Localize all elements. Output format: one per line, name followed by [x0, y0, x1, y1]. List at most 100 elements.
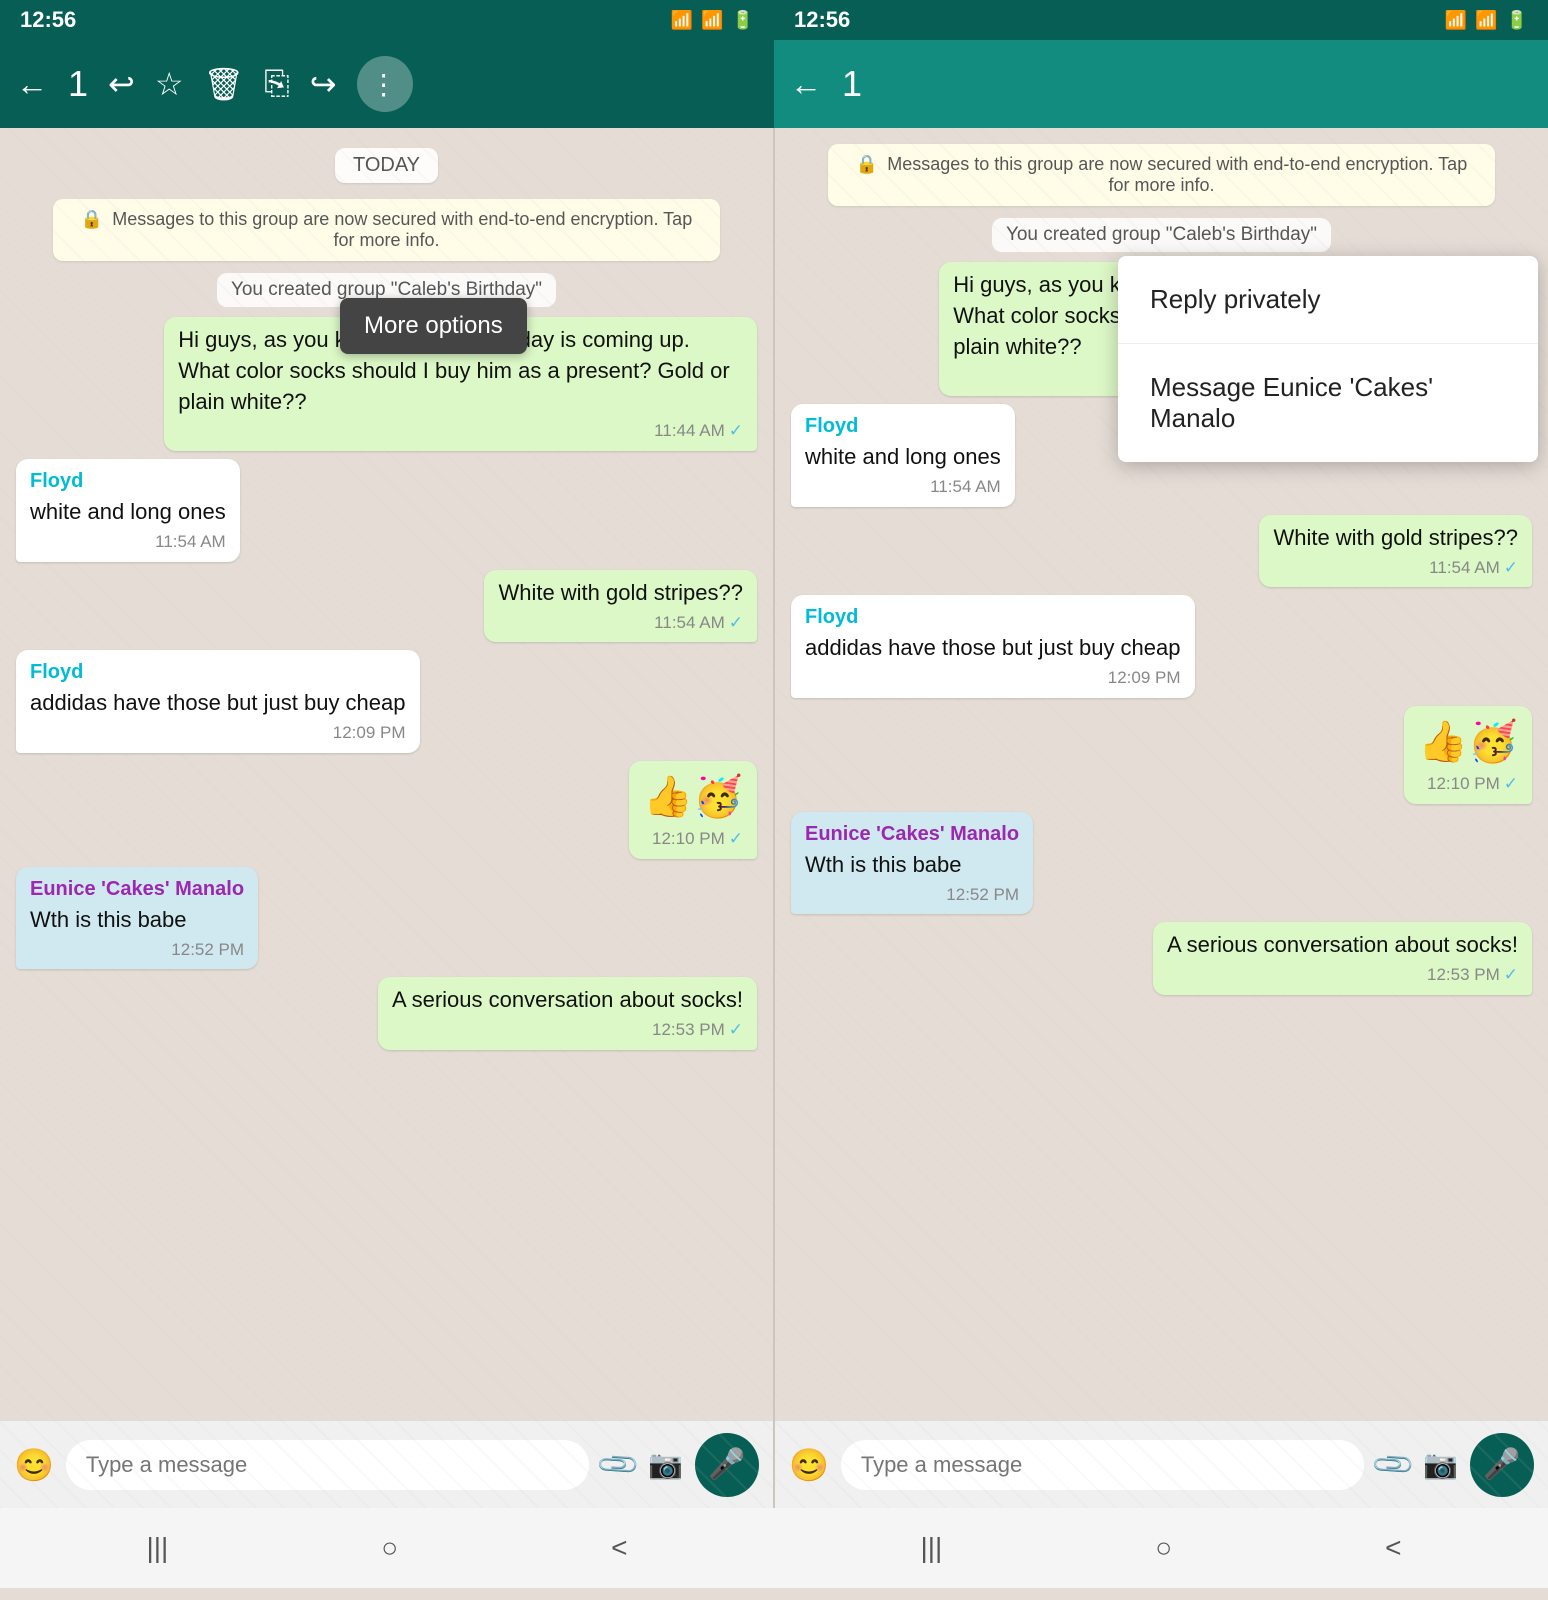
bubble-received: Floyd addidas have those but just buy ch…	[16, 650, 420, 753]
msg-time: 12:09 PM	[333, 721, 406, 745]
star-icon[interactable]: ☆	[155, 65, 184, 103]
encryption-notice-r[interactable]: 🔒 Messages to this group are now secured…	[828, 144, 1495, 206]
msg-text: addidas have those but just buy cheap	[30, 688, 406, 719]
sender-name: Floyd	[805, 603, 1181, 631]
battery-icon-r: 🔋	[1506, 10, 1528, 31]
msg-time: 11:54 AM	[1429, 556, 1500, 580]
msg-time: 12:09 PM	[1108, 666, 1181, 690]
bubble-received-highlight: Eunice 'Cakes' Manalo Wth is this babe 1…	[16, 867, 258, 970]
msg-text: Wth is this babe	[30, 905, 244, 936]
right-status-bar: 12:56 📶 📶 🔋	[774, 0, 1548, 40]
msg-time: 12:53 PM	[1427, 963, 1500, 987]
msg-time: 12:53 PM	[652, 1018, 725, 1042]
msg-row: Eunice 'Cakes' Manalo Wth is this babe 1…	[791, 812, 1532, 915]
left-chat-panel: More options TODAY 🔒 Messages to this gr…	[0, 128, 773, 1508]
left-nav: ||| ○ <	[0, 1508, 774, 1588]
msg-row: 👍🥳 12:10 PM ✓	[791, 706, 1532, 804]
bubble-sent: A serious conversation about socks! 12:5…	[378, 977, 757, 1050]
encryption-notice[interactable]: 🔒 Messages to this group are now secured…	[53, 199, 720, 261]
mic-button[interactable]: 🎤	[695, 1433, 759, 1497]
sender-name-eunice: Eunice 'Cakes' Manalo	[805, 820, 1019, 848]
message-input[interactable]	[66, 1440, 589, 1490]
more-button[interactable]: ⋮	[357, 56, 413, 112]
back-icon-r[interactable]: ←	[790, 66, 822, 103]
msg-text: A serious conversation about socks!	[392, 985, 743, 1016]
msg-time: 12:10 PM	[1427, 772, 1500, 796]
msg-text: A serious conversation about socks!	[1167, 930, 1518, 961]
left-time: 12:56	[20, 7, 76, 33]
context-reply-privately[interactable]: Reply privately	[1118, 256, 1538, 344]
attach-icon-r[interactable]: 📎	[1370, 1441, 1418, 1489]
left-nav-home-icon[interactable]: ○	[381, 1532, 398, 1564]
message-input-r[interactable]	[841, 1440, 1364, 1490]
battery-icon: 🔋	[732, 10, 754, 31]
left-toolbar: ← 1 ↩ ☆ 🗑 ⎘ ↪ ⋮	[0, 40, 774, 128]
camera-icon[interactable]: 📷	[648, 1448, 683, 1481]
context-message-eunice[interactable]: Message Eunice 'Cakes' Manalo	[1118, 344, 1538, 462]
delete-icon[interactable]: 🗑	[204, 65, 245, 103]
wifi-icon-r: 📶	[1445, 10, 1467, 31]
msg-text: Wth is this babe	[805, 850, 1019, 881]
msg-text: addidas have those but just buy cheap	[805, 633, 1181, 664]
left-toolbar-count: 1	[68, 63, 88, 105]
left-nav-back-icon[interactable]: <	[611, 1532, 627, 1564]
left-nav-menu-icon[interactable]: |||	[146, 1532, 168, 1564]
right-nav-menu-icon[interactable]: |||	[920, 1532, 942, 1564]
msg-time: 11:54 AM	[654, 611, 725, 635]
input-bar: 😊 📎 📷 🎤	[0, 1420, 773, 1508]
bubble-sent-emoji: 👍🥳 12:10 PM ✓	[629, 761, 757, 859]
back-icon[interactable]: ←	[16, 66, 48, 103]
right-toolbar: ← 1	[774, 40, 1548, 128]
msg-time: 12:52 PM	[946, 883, 1019, 907]
msg-time: 11:54 AM	[155, 530, 226, 554]
msg-row: Floyd white and long ones 11:54 AM	[16, 459, 757, 562]
msg-row: White with gold stripes?? 11:54 AM ✓	[16, 570, 757, 643]
right-chat-panel: Reply privately Message Eunice 'Cakes' M…	[775, 128, 1548, 1508]
msg-row: A serious conversation about socks! 12:5…	[16, 977, 757, 1050]
sender-name-eunice: Eunice 'Cakes' Manalo	[30, 875, 244, 903]
bubble-received-highlight: Eunice 'Cakes' Manalo Wth is this babe 1…	[791, 812, 1033, 915]
bubble-sent: A serious conversation about socks! 12:5…	[1153, 922, 1532, 995]
tick-icon: ✓	[729, 827, 743, 851]
forward-icon[interactable]: ↪	[310, 65, 337, 103]
group-created-badge-r: You created group "Caleb's Birthday"	[992, 218, 1331, 252]
msg-row: 👍🥳 12:10 PM ✓	[16, 761, 757, 859]
mic-icon-r: 🎤	[1483, 1447, 1520, 1482]
msg-text: white and long ones	[30, 497, 226, 528]
camera-icon-r[interactable]: 📷	[1423, 1448, 1458, 1481]
right-nav: ||| ○ <	[774, 1508, 1548, 1588]
tick-icon: ✓	[729, 611, 743, 635]
mic-button-r[interactable]: 🎤	[1470, 1433, 1534, 1497]
emoji-picker-icon-r[interactable]: 😊	[789, 1446, 829, 1484]
left-status-bar: 12:56 📶 📶 🔋	[0, 0, 774, 40]
reply-icon[interactable]: ↩	[108, 65, 135, 103]
msg-row: A serious conversation about socks! 12:5…	[791, 922, 1532, 995]
signal-icon: 📶	[701, 10, 723, 31]
msg-time: 11:54 AM	[930, 475, 1001, 499]
msg-time: 11:44 AM	[654, 419, 725, 443]
tick-icon: ✓	[729, 419, 743, 443]
mic-icon: 🎤	[708, 1447, 745, 1482]
bubble-sent: White with gold stripes?? 11:54 AM ✓	[1259, 515, 1532, 588]
bubble-sent: White with gold stripes?? 11:54 AM ✓	[484, 570, 757, 643]
msg-text: White with gold stripes??	[498, 578, 743, 609]
emoji-content: 👍🥳	[643, 775, 743, 819]
tick-icon: ✓	[1504, 556, 1518, 580]
right-nav-home-icon[interactable]: ○	[1155, 1532, 1172, 1564]
copy-icon[interactable]: ⎘	[264, 65, 290, 103]
msg-row: Floyd addidas have those but just buy ch…	[791, 595, 1532, 698]
right-nav-back-icon[interactable]: <	[1385, 1532, 1401, 1564]
msg-time: 12:52 PM	[171, 938, 244, 962]
sender-name: Floyd	[805, 412, 1001, 440]
signal-icon-r: 📶	[1475, 10, 1497, 31]
bubble-sent-emoji: 👍🥳 12:10 PM ✓	[1404, 706, 1532, 804]
input-bar-r: 😊 📎 📷 🎤	[775, 1420, 1548, 1508]
tick-icon: ✓	[729, 1018, 743, 1042]
tick-icon: ✓	[1504, 963, 1518, 987]
attach-icon[interactable]: 📎	[595, 1441, 643, 1489]
bubble-received: Floyd white and long ones 11:54 AM	[16, 459, 240, 562]
right-toolbar-count: 1	[842, 63, 862, 105]
emoji-picker-icon[interactable]: 😊	[14, 1446, 54, 1484]
context-menu: Reply privately Message Eunice 'Cakes' M…	[1118, 256, 1538, 462]
date-badge: TODAY	[335, 148, 438, 183]
